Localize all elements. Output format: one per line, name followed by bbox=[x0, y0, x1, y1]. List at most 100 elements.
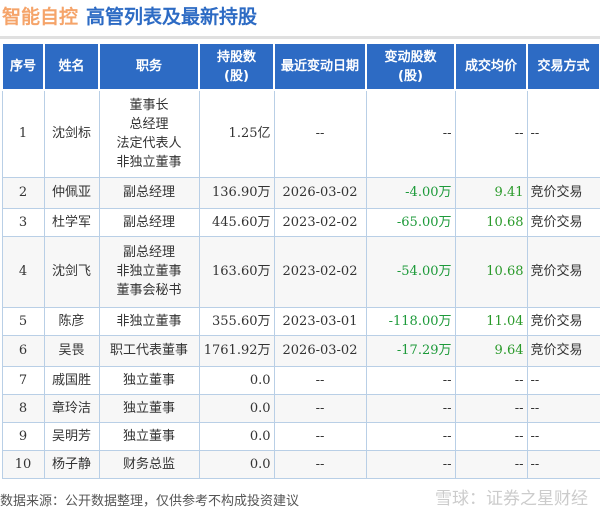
cell-shares: 136.90万 bbox=[198, 176, 275, 209]
cell-date: -- bbox=[273, 89, 367, 178]
cell-change: -- bbox=[365, 421, 456, 451]
role-line: 财务总监 bbox=[122, 456, 175, 472]
cell-change: -4.00万 bbox=[365, 176, 456, 209]
cell-date: 2023-02-02 bbox=[273, 235, 367, 308]
cell-method: 竞价交易 bbox=[526, 334, 600, 367]
cell-roles: 财务总监 bbox=[98, 449, 200, 479]
cell-name: 吴明芳 bbox=[43, 421, 100, 451]
cell-method: -- bbox=[526, 89, 600, 178]
column-header: 序号 bbox=[1, 42, 45, 91]
column-header: 最近变动日期 bbox=[273, 42, 367, 91]
cell-method: -- bbox=[526, 365, 600, 395]
role-line: 副总经理 bbox=[122, 214, 175, 230]
cell-roles: 副总经理 非独立董事 董事会秘书 bbox=[98, 235, 200, 308]
column-header: 姓名 bbox=[43, 42, 100, 91]
cell-method: -- bbox=[526, 421, 600, 451]
cell-price: 9.41 bbox=[454, 176, 528, 209]
table-row: 6 吴畏 职工代表董事 1761.92万 2026-03-02 -17.29万 9.64 竞价… bbox=[1, 334, 600, 367]
cell-price: 10.68 bbox=[454, 207, 528, 237]
cell-change: -54.00万 bbox=[365, 235, 456, 308]
cell-no: 1 bbox=[1, 89, 45, 178]
cell-change: -17.29万 bbox=[365, 334, 456, 367]
role-line: 非独立董事 bbox=[116, 154, 182, 170]
cell-change: -65.00万 bbox=[365, 207, 456, 237]
role-line: 副总经理 bbox=[122, 245, 175, 260]
cell-shares: 0.0 bbox=[198, 393, 275, 423]
column-header: 职务 bbox=[98, 42, 200, 91]
cell-shares: 1761.92万 bbox=[198, 334, 275, 367]
cell-no: 2 bbox=[1, 176, 45, 209]
cell-method: 竞价交易 bbox=[526, 306, 600, 336]
column-header: 变动股数 (股) bbox=[365, 42, 456, 91]
cell-price: -- bbox=[454, 89, 528, 178]
role-line: 非独立董事 bbox=[116, 264, 182, 279]
cell-name: 杨子静 bbox=[43, 449, 100, 479]
table-row: 4 沈剑飞 副总经理 非独立董事 董事会秘书 163.60万 2023-02-02 -54.0… bbox=[1, 235, 600, 308]
cell-method: -- bbox=[526, 393, 600, 423]
table-row: 9 吴明芳 独立董事 0.0 -- -- -- -- bbox=[1, 421, 600, 451]
cell-shares: 163.60万 bbox=[198, 235, 275, 308]
role-line: 非独立董事 bbox=[116, 313, 182, 329]
cell-price: -- bbox=[454, 365, 528, 395]
cell-shares: 1.25亿 bbox=[198, 89, 275, 178]
cell-price: -- bbox=[454, 449, 528, 479]
page-title: 智能自控 高管列表及最新持股 bbox=[2, 2, 257, 29]
cell-no: 8 bbox=[1, 393, 45, 423]
role-line: 独立董事 bbox=[122, 372, 175, 388]
watermark-logo: 雪球：证券之星财经 bbox=[435, 489, 588, 509]
cell-date: -- bbox=[273, 421, 367, 451]
cell-change: -- bbox=[365, 393, 456, 423]
table-row: 5 陈彦 非独立董事 355.60万 2023-03-01 -118.00万 11.04 竞价… bbox=[1, 306, 600, 336]
cell-roles: 非独立董事 bbox=[98, 306, 200, 336]
cell-no: 4 bbox=[1, 235, 45, 308]
cell-name: 沈剑标 bbox=[43, 89, 100, 178]
cell-method: 竞价交易 bbox=[526, 176, 600, 209]
cell-name: 仲佩亚 bbox=[43, 176, 100, 209]
cell-date: 2023-03-01 bbox=[273, 306, 367, 336]
role-line: 副总经理 bbox=[122, 185, 175, 200]
cell-name: 杜学军 bbox=[43, 207, 100, 237]
role-line: 独立董事 bbox=[122, 400, 175, 416]
cell-roles: 副总经理 bbox=[98, 176, 200, 209]
table-row: 8 章玲洁 独立董事 0.0 -- -- -- -- bbox=[1, 393, 600, 423]
cell-price: 9.64 bbox=[454, 334, 528, 367]
table-header-row: 序号 姓名 职务 持股数 (股) 最近变动日期 变动股数 (股) 成交均价 交易方式 bbox=[1, 42, 600, 91]
table-row: 2 仲佩亚 副总经理 136.90万 2026-03-02 -4.00万 9.41 竞价交易 bbox=[1, 176, 600, 209]
cell-change: -- bbox=[365, 89, 456, 178]
cell-date: -- bbox=[273, 449, 367, 479]
cell-shares: 355.60万 bbox=[198, 306, 275, 336]
cell-price: -- bbox=[454, 421, 528, 451]
cell-roles: 独立董事 bbox=[98, 393, 200, 423]
cell-no: 3 bbox=[1, 207, 45, 237]
cell-roles: 独立董事 bbox=[98, 421, 200, 451]
cell-date: 2026-03-02 bbox=[273, 176, 367, 209]
cell-shares: 0.0 bbox=[198, 421, 275, 451]
table-row: 10 杨子静 财务总监 0.0 -- -- -- -- bbox=[1, 449, 600, 479]
cell-no: 10 bbox=[1, 449, 45, 479]
cell-change: -- bbox=[365, 365, 456, 395]
cell-name: 章玲洁 bbox=[43, 393, 100, 423]
data-source-note: 数据来源：公开数据整理，仅供参考不构成投资建议 bbox=[0, 494, 300, 509]
cell-shares: 445.60万 bbox=[198, 207, 275, 237]
cell-no: 9 bbox=[1, 421, 45, 451]
cell-shares: 0.0 bbox=[198, 449, 275, 479]
cell-date: -- bbox=[273, 365, 367, 395]
cell-method: -- bbox=[526, 449, 600, 479]
executive-table: 序号 姓名 职务 持股数 (股) 最近变动日期 变动股数 (股) 成交均价 交易方式 1 沈剑标… bbox=[1, 42, 600, 479]
cell-price: 10.68 bbox=[454, 235, 528, 308]
role-line: 职工代表董事 bbox=[109, 343, 188, 358]
table-row: 7 戚国胜 独立董事 0.0 -- -- -- -- bbox=[1, 365, 600, 395]
cell-roles: 职工代表董事 bbox=[98, 334, 200, 367]
cell-shares: 0.0 bbox=[198, 365, 275, 395]
role-line: 独立董事 bbox=[122, 428, 175, 444]
title-text: 高管列表及最新持股 bbox=[86, 6, 258, 28]
cell-name: 戚国胜 bbox=[43, 365, 100, 395]
cell-name: 沈剑飞 bbox=[43, 235, 100, 308]
cell-change: -- bbox=[365, 449, 456, 479]
cell-date: -- bbox=[273, 393, 367, 423]
column-header: 持股数 (股) bbox=[198, 42, 275, 91]
cell-roles: 董事长 总经理 法定代表人 非独立董事 bbox=[98, 89, 200, 178]
cell-name: 吴畏 bbox=[43, 334, 100, 367]
cell-no: 6 bbox=[1, 334, 45, 367]
divider bbox=[0, 36, 600, 39]
